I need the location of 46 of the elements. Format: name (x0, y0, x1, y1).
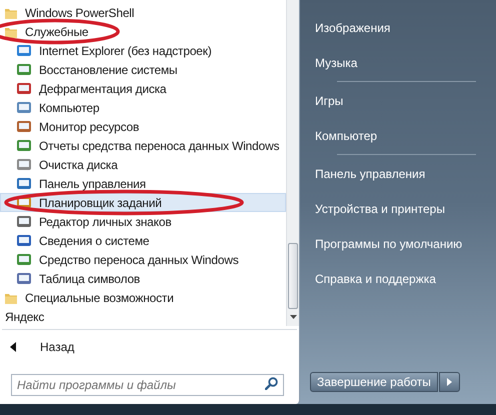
program-item[interactable]: Восстановление системы (0, 60, 286, 79)
shutdown-button[interactable]: Завершение работы (310, 372, 438, 392)
program-item[interactable]: Редактор личных знаков (0, 212, 286, 231)
app-icon (16, 176, 32, 192)
app-icon (16, 100, 32, 116)
program-item[interactable]: Специальные возможности (0, 288, 286, 307)
program-item[interactable]: Таблица символов (0, 269, 286, 288)
app-icon (16, 270, 32, 286)
place-link[interactable]: Музыка (315, 54, 358, 72)
back-button[interactable]: Назад (40, 338, 74, 356)
app-icon (16, 118, 32, 134)
program-item[interactable]: Яндекс (0, 307, 286, 326)
app-icon (16, 156, 32, 172)
app-icon (16, 214, 32, 230)
program-item[interactable]: Очистка диска (0, 155, 286, 174)
arrow-right-icon (446, 378, 452, 386)
program-item[interactable]: Монитор ресурсов (0, 117, 286, 136)
app-icon (16, 252, 32, 268)
program-item[interactable]: Дефрагментация диска (0, 79, 286, 98)
program-item[interactable]: Средство переноса данных Windows (0, 250, 286, 269)
program-item[interactable]: Сведения о системе (0, 231, 286, 250)
scrollbar[interactable] (286, 0, 299, 326)
app-icon (16, 42, 32, 58)
program-item[interactable]: Internet Explorer (без надстроек) (0, 41, 286, 60)
place-link[interactable]: Программы по умолчанию (315, 234, 462, 252)
place-link[interactable]: Игры (315, 92, 344, 110)
place-link[interactable]: Изображения (315, 18, 390, 36)
program-item[interactable]: Отчеты средства переноса данных Windows (0, 136, 286, 155)
shutdown-options-button[interactable] (438, 372, 460, 392)
app-icon (16, 138, 32, 154)
program-item[interactable]: Служебные (0, 22, 286, 41)
scrollbar-thumb[interactable] (288, 243, 298, 309)
app-icon (16, 232, 32, 248)
program-item[interactable]: Компьютер (0, 98, 286, 117)
place-link[interactable]: Панель управления (315, 164, 426, 182)
search-icon[interactable] (265, 377, 278, 390)
app-icon (16, 62, 32, 78)
back-arrow-icon (10, 342, 16, 352)
place-link[interactable]: Устройства и принтеры (315, 200, 445, 218)
search-field[interactable]: Найти программы и файлы (11, 374, 284, 396)
program-item[interactable]: Панель управления (0, 174, 286, 193)
place-link[interactable]: Справка и поддержка (315, 270, 436, 288)
program-item[interactable]: Windows PowerShell (0, 3, 286, 22)
scroll-down-icon[interactable] (290, 315, 297, 319)
place-link[interactable]: Компьютер (315, 126, 378, 144)
app-icon (16, 80, 32, 96)
